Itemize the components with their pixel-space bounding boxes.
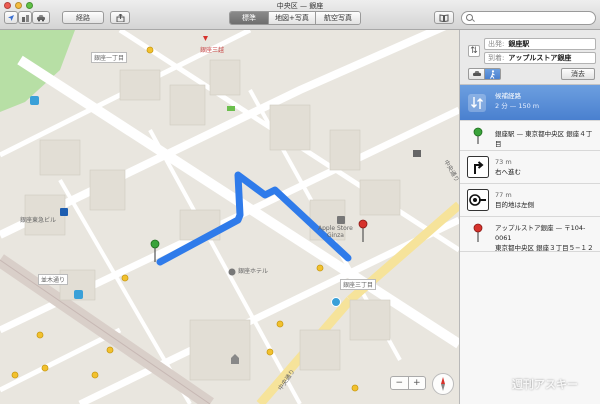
directions-button[interactable]: 経路 [62,11,104,24]
book-icon [439,13,449,22]
window-toolbar: 中央区 — 銀座 経路 標準 地図+写真 航空写真 [0,0,600,30]
car-icon [37,14,45,21]
swap-endpoints-button[interactable]: ⇅ [468,45,480,57]
step-destination-instruction: 目的地は左側 [495,201,534,209]
camera-poi-icon [413,150,421,157]
label-ginza-hotel: 銀座ホテル [238,268,269,275]
car-icon [472,71,481,76]
buildings-icon [21,14,29,22]
label-ginza-3: 銀座一丁目 [91,52,128,63]
poi-green-marker [227,106,235,111]
step-row-end[interactable]: アップルストア銀座 — 〒104-0061 東京都中央区 銀座３丁目５−１２ [460,217,600,252]
search-field[interactable] [461,11,596,25]
location-arrow-icon [8,14,14,21]
end-field-label: 到着: [488,54,505,62]
share-icon [116,13,124,22]
route-summary-title: 候補経路 [495,92,521,100]
destination-left-icon [467,189,489,211]
zoom-out-button[interactable]: − [391,377,409,389]
compass-icon [441,377,445,391]
label-namiki: 並木通り [38,274,69,285]
step-start-text: 銀座駅 — 東京都中央区 銀座４丁目 [495,130,593,148]
label-apple-store: Apple Store Ginza [318,225,353,239]
step-row-turn-right[interactable]: 73 m 右へ進む [460,151,600,184]
label-ginza-3chome: 銀座三丁目 [340,279,377,290]
apple-store-icon [337,216,345,224]
step-row-destination-left[interactable]: 77 m 目的地は左側 [460,184,600,217]
tab-satellite[interactable]: 航空写真 [316,12,360,24]
traffic-button[interactable] [32,11,50,24]
share-button[interactable] [110,11,130,24]
zoom-in-button[interactable]: + [409,377,426,389]
label-ginza-mitsukoshi: 銀座三越 [200,47,225,54]
step-turn-distance: 73 m [495,158,512,166]
route-icon [468,94,486,112]
map-view[interactable]: 銀座一丁目 並木通り 銀座三丁目 Apple Store Ginza 中央通り … [0,30,459,404]
building-poi-icon [228,268,236,276]
watermark-text: 週刊アスキー [512,378,578,391]
directions-panel: ⇅ 出発: 銀座駅 到着: アップルストア銀座 消去 候補経路 2 分 — 15… [459,30,600,404]
walking-mode-button[interactable] [484,68,501,80]
step-row-start[interactable]: 銀座駅 — 東京都中央区 銀座４丁目 [460,121,600,151]
clear-directions-button[interactable]: 消去 [561,68,595,80]
end-field[interactable]: 到着: アップルストア銀座 [484,52,596,64]
end-field-value: アップルストア銀座 [508,54,572,62]
map-type-selector: 標準 地図+写真 航空写真 [229,11,361,25]
search-icon [466,14,473,21]
route-summary-detail: 2 分 — 150 m [495,102,540,110]
turn-right-icon [467,156,489,178]
tab-standard[interactable]: 標準 [230,12,269,24]
route-summary-row[interactable]: 候補経路 2 分 — 150 m [460,85,600,121]
step-destination-distance: 77 m [495,191,512,199]
driving-mode-button[interactable] [468,68,485,80]
red-pin-icon [473,223,483,242]
zoom-control: − + [390,376,426,390]
compass-button[interactable] [432,373,454,395]
step-end-address: 東京都中央区 銀座３丁目５−１２ [495,244,594,252]
current-location-button[interactable] [4,11,18,24]
start-field-value: 銀座駅 [508,40,530,48]
3d-view-button[interactable] [18,11,32,24]
step-turn-instruction: 右へ進む [495,168,521,176]
map-canvas [0,30,459,404]
step-end-title: アップルストア銀座 — 〒104-0061 [495,224,586,242]
start-field[interactable]: 出発: 銀座駅 [484,38,596,50]
window-title: 中央区 — 銀座 [276,2,324,10]
directions-header: ⇅ 出発: 銀座駅 到着: アップルストア銀座 消去 [460,30,600,85]
bookmarks-button[interactable] [434,11,454,24]
walking-icon [489,69,495,79]
tab-map-satellite[interactable]: 地図+写真 [269,12,316,24]
green-pin-icon [473,127,483,144]
label-tokyu: 銀座東急ビル [20,217,57,224]
start-field-label: 出発: [488,40,505,48]
